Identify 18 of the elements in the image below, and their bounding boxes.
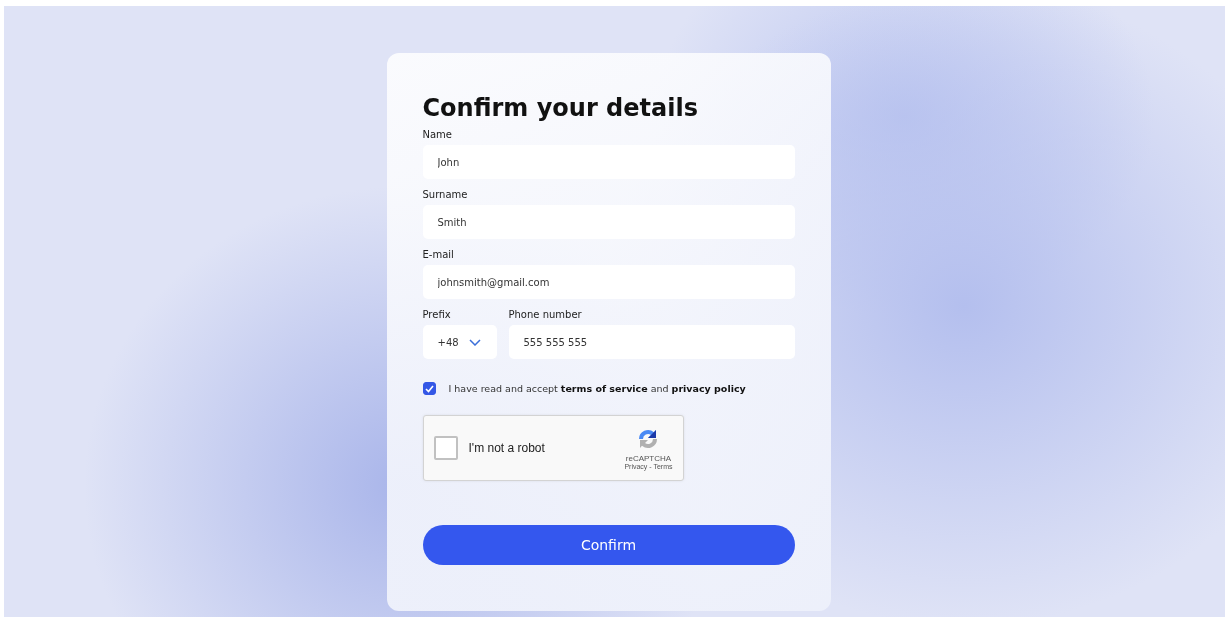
input-field[interactable]: John (422, 145, 795, 179)
input-field[interactable]: Smith (422, 205, 795, 239)
form-title: Confirm your details (422, 93, 699, 123)
input-field[interactable]: johnsmith@gmail.com (422, 265, 795, 299)
input-field[interactable]: 555 555 555 (508, 325, 795, 359)
captcha-brand: reCAPTCHA (625, 454, 672, 463)
field-label: E-mail (422, 249, 455, 261)
captcha-label: I'm not a robot (468, 441, 546, 455)
checkbox[interactable] (433, 436, 458, 460)
prefix-select[interactable]: +48 (422, 325, 497, 359)
field-label: Phone number (508, 309, 583, 321)
terms-text: I have read and accept terms of service and privacy policy (448, 383, 746, 394)
field-label: Prefix (422, 309, 452, 321)
field-label: Name (422, 129, 453, 141)
chevron-down-icon (468, 338, 481, 346)
field-label: Surname (422, 189, 469, 201)
checkbox[interactable] (422, 382, 436, 395)
confirm-button[interactable]: Confirm (422, 525, 795, 565)
